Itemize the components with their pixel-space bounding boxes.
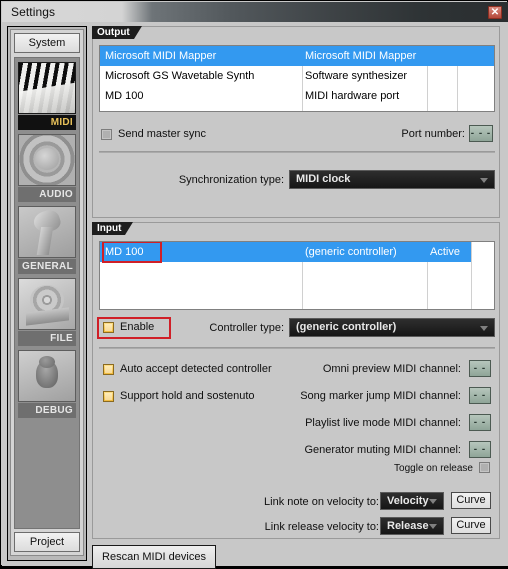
release-curve-button[interactable]: Curve [451, 517, 491, 534]
sidebar-item-audio[interactable]: AUDIO [18, 134, 76, 202]
window-body: System MIDI AUDIO GENERAL FILE DEBUG Pro… [2, 22, 508, 569]
divider [99, 347, 495, 349]
port-number-field[interactable]: - - - [469, 125, 493, 142]
auto-accept-checkbox[interactable] [103, 364, 114, 375]
sidebar-item-label: DEBUG [18, 403, 76, 418]
window-title: Settings [11, 5, 56, 19]
table-row[interactable]: MD 100 MIDI hardware port [100, 86, 494, 106]
link-note-on-velocity-value: Velocity [387, 495, 429, 507]
table-row[interactable]: MD 100 (generic controller) Active [100, 242, 471, 263]
synchronization-type-value: MIDI clock [296, 173, 351, 185]
generator-muting-channel-label: Generator muting MIDI channel: [304, 444, 461, 456]
controller-type-value: (generic controller) [296, 321, 397, 333]
debug-bug-icon [18, 350, 76, 402]
close-button[interactable]: ✕ [488, 6, 502, 19]
device-name: MD 100 [105, 90, 144, 102]
playlist-live-mode-channel-label: Playlist live mode MIDI channel: [305, 417, 461, 429]
port-number-label: Port number: [401, 128, 465, 140]
chevron-down-icon [429, 524, 437, 529]
synchronization-type-label: Synchronization type: [178, 174, 284, 186]
note-on-curve-button[interactable]: Curve [451, 492, 491, 509]
toggle-on-release-label: Toggle on release [394, 463, 473, 474]
device-status: Active [430, 246, 460, 258]
sidebar-item-midi[interactable]: MIDI [18, 62, 76, 130]
toggle-on-release-checkbox[interactable] [479, 462, 490, 473]
audio-speaker-icon [18, 134, 76, 186]
generator-muting-channel-field[interactable]: - - [469, 441, 491, 458]
table-row[interactable]: Microsoft MIDI Mapper Microsoft MIDI Map… [100, 46, 494, 66]
playlist-live-mode-channel-value: - - [473, 417, 487, 428]
device-type: (generic controller) [305, 246, 397, 258]
file-disc-icon [18, 278, 76, 330]
title-bar: Settings ✕ [2, 2, 508, 22]
sidebar-icon-list: MIDI AUDIO GENERAL FILE DEBUG [14, 57, 80, 529]
omni-preview-channel-value: - - [473, 363, 487, 374]
send-master-sync-label: Send master sync [118, 128, 207, 140]
port-number-value: - - - [470, 128, 492, 139]
enable-checkbox[interactable] [103, 322, 114, 333]
controller-type-select[interactable]: (generic controller) [289, 318, 495, 337]
device-name: Microsoft MIDI Mapper [105, 50, 217, 62]
playlist-live-mode-channel-field[interactable]: - - [469, 414, 491, 431]
sidebar-item-debug[interactable]: DEBUG [18, 350, 76, 418]
sidebar-item-file[interactable]: FILE [18, 278, 76, 346]
device-type: MIDI hardware port [305, 90, 400, 102]
support-hold-checkbox[interactable] [103, 391, 114, 402]
support-hold-label: Support hold and sostenuto [120, 390, 255, 402]
table-row[interactable]: Microsoft GS Wavetable Synth Software sy… [100, 66, 494, 86]
send-master-sync-checkbox[interactable] [101, 129, 112, 140]
sidebar-inner: System MIDI AUDIO GENERAL FILE DEBUG Pro… [10, 29, 84, 556]
divider [99, 151, 495, 153]
device-name: Microsoft GS Wavetable Synth [105, 70, 255, 82]
content-pane: Output Microsoft MIDI Mapper Microsoft M… [92, 26, 504, 569]
input-group-label: Input [92, 222, 134, 235]
settings-window: Settings ✕ System MIDI AUDIO GENERAL FIL… [0, 0, 508, 569]
output-group-label: Output [92, 26, 142, 39]
synchronization-type-select[interactable]: MIDI clock [289, 170, 495, 189]
sidebar-item-label: FILE [18, 331, 76, 346]
song-marker-jump-channel-field[interactable]: - - [469, 387, 491, 404]
chevron-down-icon [480, 325, 488, 331]
omni-preview-channel-field[interactable]: - - [469, 360, 491, 377]
close-icon: ✕ [490, 7, 500, 18]
chevron-down-icon [480, 177, 488, 183]
link-note-on-velocity-label: Link note on velocity to: [264, 496, 379, 508]
input-group: Input MD 100 (generic controller) Active [92, 222, 500, 539]
sidebar-tab-project[interactable]: Project [14, 532, 80, 552]
sidebar: System MIDI AUDIO GENERAL FILE DEBUG Pro… [7, 26, 87, 561]
midi-keyboard-icon [18, 62, 76, 114]
sidebar-item-label: MIDI [18, 115, 76, 130]
device-name: MD 100 [105, 246, 144, 258]
chevron-down-icon [429, 499, 437, 504]
song-marker-jump-channel-label: Song marker jump MIDI channel: [300, 390, 461, 402]
general-horn-icon [18, 206, 76, 258]
enable-label: Enable [120, 321, 155, 333]
song-marker-jump-channel-value: - - [473, 390, 487, 401]
omni-preview-channel-label: Omni preview MIDI channel: [322, 363, 461, 375]
sidebar-tab-system[interactable]: System [14, 33, 80, 53]
rescan-midi-devices-button[interactable]: Rescan MIDI devices [92, 545, 216, 569]
sidebar-item-label: AUDIO [18, 187, 76, 202]
output-device-table[interactable]: Microsoft MIDI Mapper Microsoft MIDI Map… [99, 45, 495, 112]
sidebar-item-label: GENERAL [18, 259, 76, 274]
generator-muting-channel-value: - - [473, 444, 487, 455]
link-release-velocity-label: Link release velocity to: [264, 521, 379, 533]
device-type: Microsoft MIDI Mapper [305, 50, 417, 62]
auto-accept-label: Auto accept detected controller [120, 363, 272, 375]
controller-type-label: Controller type: [209, 322, 284, 334]
device-type: Software synthesizer [305, 70, 408, 82]
link-release-velocity-value: Release [387, 520, 429, 532]
sidebar-item-general[interactable]: GENERAL [18, 206, 76, 274]
input-device-table[interactable]: MD 100 (generic controller) Active [99, 241, 495, 310]
link-note-on-velocity-select[interactable]: Velocity [380, 492, 444, 510]
output-group: Output Microsoft MIDI Mapper Microsoft M… [92, 26, 500, 218]
link-release-velocity-select[interactable]: Release [380, 517, 444, 535]
